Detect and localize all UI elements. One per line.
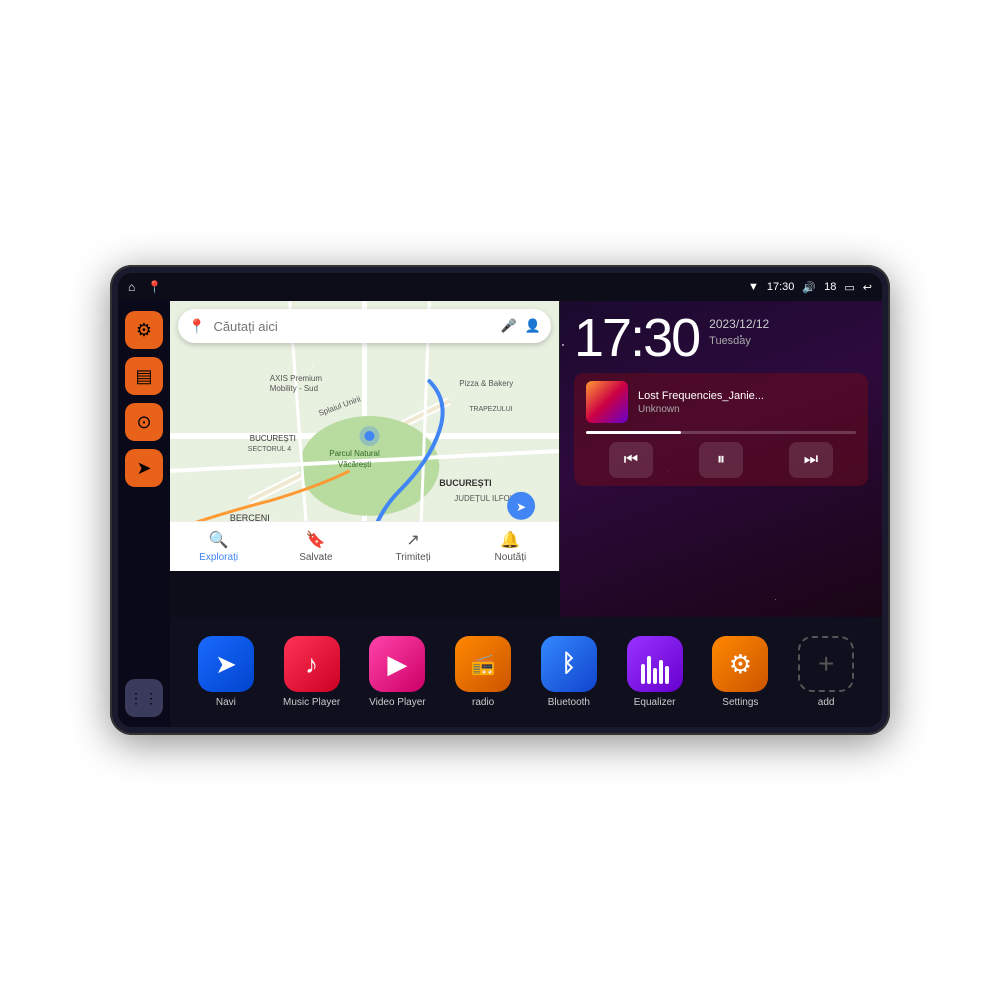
device-frame: ⌂ 📍 ▼ 17:30 🔊 18 ▭ ↩ ⚙ ▤ bbox=[110, 265, 890, 735]
app-radio[interactable]: 📻 radio bbox=[443, 636, 523, 708]
map-search-bar[interactable]: 📍 🎤 👤 bbox=[178, 309, 551, 343]
progress-fill bbox=[586, 431, 681, 434]
pause-btn[interactable]: ⏸ bbox=[699, 442, 743, 478]
location-icon[interactable]: 📍 bbox=[147, 280, 162, 294]
bluetooth-label: Bluetooth bbox=[548, 697, 590, 708]
prev-btn[interactable]: ⏮ bbox=[609, 442, 653, 478]
clock-status: 17:30 bbox=[767, 281, 795, 293]
map-icon: ⊙ bbox=[136, 412, 151, 433]
sidebar-folder-btn[interactable]: ▤ bbox=[125, 357, 163, 395]
battery-icon: ▭ bbox=[844, 281, 854, 294]
sidebar-apps-btn[interactable]: ⋮⋮ bbox=[125, 679, 163, 717]
album-art bbox=[586, 381, 628, 423]
sidebar-nav-btn[interactable]: ➤ bbox=[125, 449, 163, 487]
svg-text:Pizza & Bakery: Pizza & Bakery bbox=[459, 379, 513, 388]
folder-icon: ▤ bbox=[135, 366, 152, 387]
svg-text:SECTORUL 4: SECTORUL 4 bbox=[248, 446, 291, 453]
music-player-icon: ♪ bbox=[284, 636, 340, 692]
map-nav-bar: 🔍 Explorați 🔖 Salvate ↗ Trimiteți bbox=[170, 521, 559, 571]
svg-text:BUCUREȘTI: BUCUREȘTI bbox=[250, 434, 296, 443]
nav-arrow-icon: ➤ bbox=[136, 458, 151, 479]
clock-date: 2023/12/12 Tuesday bbox=[709, 311, 769, 350]
map-panel[interactable]: AXIS Premium Mobility - Sud Pizza & Bake… bbox=[170, 301, 560, 571]
wifi-icon: ▼ bbox=[748, 281, 759, 293]
app-equalizer[interactable]: Equalizer bbox=[615, 636, 695, 708]
content-area: AXIS Premium Mobility - Sud Pizza & Bake… bbox=[170, 301, 882, 727]
saved-icon: 🔖 bbox=[306, 530, 326, 550]
music-player: Lost Frequencies_Janie... Unknown ⏮ ⏸ ⏭ bbox=[574, 373, 868, 486]
explore-icon: 🔍 bbox=[209, 530, 229, 550]
track-artist: Unknown bbox=[638, 404, 856, 415]
music-info: Lost Frequencies_Janie... Unknown bbox=[586, 381, 856, 423]
track-name: Lost Frequencies_Janie... bbox=[638, 390, 856, 402]
top-panels: AXIS Premium Mobility - Sud Pizza & Bake… bbox=[170, 301, 882, 617]
volume-icon: 🔊 bbox=[802, 281, 816, 294]
settings-icon: ⚙ bbox=[136, 320, 152, 341]
app-settings[interactable]: ⚙ Settings bbox=[701, 636, 781, 708]
map-search-input[interactable] bbox=[213, 319, 492, 334]
status-bar: ⌂ 📍 ▼ 17:30 🔊 18 ▭ ↩ bbox=[118, 273, 882, 301]
app-add[interactable]: + add bbox=[786, 636, 866, 708]
svg-text:Mobility - Sud: Mobility - Sud bbox=[270, 384, 318, 393]
explore-label: Explorați bbox=[199, 552, 238, 563]
saved-label: Salvate bbox=[299, 552, 332, 563]
back-icon[interactable]: ↩ bbox=[863, 281, 872, 294]
radio-icon: 📻 bbox=[455, 636, 511, 692]
news-label: Noutăți bbox=[495, 552, 527, 563]
date-value: 2023/12/12 bbox=[709, 315, 769, 333]
clock-time: 17:30 bbox=[574, 311, 699, 365]
settings-label: Settings bbox=[722, 697, 758, 708]
navi-icon: ➤ bbox=[198, 636, 254, 692]
mic-icon[interactable]: 🎤 bbox=[501, 318, 517, 334]
account-icon[interactable]: 👤 bbox=[525, 318, 541, 334]
music-controls: ⏮ ⏸ ⏭ bbox=[586, 442, 856, 478]
equalizer-icon bbox=[627, 636, 683, 692]
clock-area: 17:30 2023/12/12 Tuesday bbox=[574, 311, 868, 365]
map-pin-icon: 📍 bbox=[188, 318, 205, 335]
send-label: Trimiteți bbox=[396, 552, 431, 563]
main-area: ⚙ ▤ ⊙ ➤ ⋮⋮ bbox=[118, 301, 882, 727]
svg-text:TRAPEZULUI: TRAPEZULUI bbox=[469, 406, 512, 413]
map-nav-send[interactable]: ↗ Trimiteți bbox=[365, 530, 462, 563]
equalizer-label: Equalizer bbox=[634, 697, 676, 708]
svg-text:Parcul Natural: Parcul Natural bbox=[329, 449, 380, 458]
sidebar: ⚙ ▤ ⊙ ➤ ⋮⋮ bbox=[118, 301, 170, 727]
app-bluetooth[interactable]: ᛒ Bluetooth bbox=[529, 636, 609, 708]
map-nav-saved[interactable]: 🔖 Salvate bbox=[267, 530, 364, 563]
track-info: Lost Frequencies_Janie... Unknown bbox=[638, 390, 856, 415]
svg-text:JUDEȚUL ILFOV: JUDEȚUL ILFOV bbox=[454, 494, 515, 503]
add-label: add bbox=[818, 697, 835, 708]
add-icon: + bbox=[798, 636, 854, 692]
svg-text:➤: ➤ bbox=[516, 500, 526, 514]
app-music-player[interactable]: ♪ Music Player bbox=[272, 636, 352, 708]
svg-text:AXIS Premium: AXIS Premium bbox=[270, 374, 323, 383]
battery-level: 18 bbox=[824, 281, 836, 293]
map-nav-news[interactable]: 🔔 Noutăți bbox=[462, 530, 559, 563]
album-art-inner bbox=[586, 381, 628, 423]
svg-text:Văcărești: Văcărești bbox=[338, 460, 371, 469]
right-panel: 17:30 2023/12/12 Tuesday bbox=[560, 301, 882, 617]
map-nav-explore[interactable]: 🔍 Explorați bbox=[170, 530, 267, 563]
music-player-label: Music Player bbox=[283, 697, 340, 708]
grid-icon: ⋮⋮ bbox=[129, 690, 159, 707]
app-grid: ➤ Navi ♪ Music Player ▶ Video Player 📻 r… bbox=[170, 617, 882, 727]
send-icon: ↗ bbox=[406, 530, 419, 550]
video-player-label: Video Player bbox=[369, 697, 426, 708]
sidebar-map-btn[interactable]: ⊙ bbox=[125, 403, 163, 441]
sidebar-settings-btn[interactable]: ⚙ bbox=[125, 311, 163, 349]
svg-text:BUCUREȘTI: BUCUREȘTI bbox=[439, 478, 491, 488]
navi-label: Navi bbox=[216, 697, 236, 708]
home-icon[interactable]: ⌂ bbox=[128, 280, 135, 294]
settings-app-icon: ⚙ bbox=[712, 636, 768, 692]
device-screen: ⌂ 📍 ▼ 17:30 🔊 18 ▭ ↩ ⚙ ▤ bbox=[118, 273, 882, 727]
next-btn[interactable]: ⏭ bbox=[789, 442, 833, 478]
app-video-player[interactable]: ▶ Video Player bbox=[358, 636, 438, 708]
radio-label: radio bbox=[472, 697, 494, 708]
bluetooth-icon: ᛒ bbox=[541, 636, 597, 692]
progress-bar[interactable] bbox=[586, 431, 856, 434]
video-player-icon: ▶ bbox=[369, 636, 425, 692]
news-icon: 🔔 bbox=[500, 530, 520, 550]
day-value: Tuesday bbox=[709, 333, 769, 350]
app-navi[interactable]: ➤ Navi bbox=[186, 636, 266, 708]
